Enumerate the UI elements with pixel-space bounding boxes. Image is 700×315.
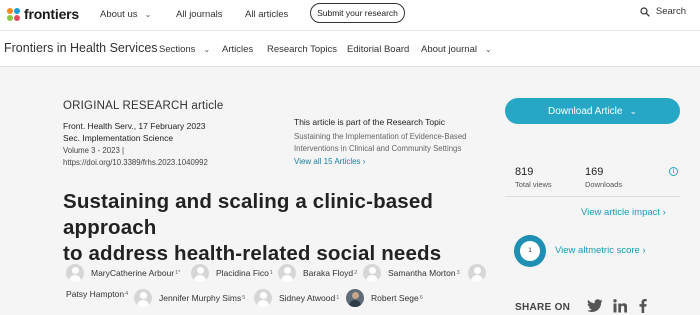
journal-nav-sections[interactable]: Sections ⌄ — [159, 44, 210, 55]
author-name: Samantha Morton — [388, 268, 456, 278]
chevron-down-icon: ⌄ — [629, 105, 638, 116]
article-doi[interactable]: https://doi.org/10.3389/frhs.2023.104099… — [63, 158, 208, 167]
view-all-articles-label: View all 15 Articles — [294, 157, 361, 166]
author-name: Robert Sege — [371, 293, 419, 303]
info-icon[interactable]: i — [669, 167, 678, 176]
author-name: Jennifer Murphy Sims — [159, 293, 242, 303]
nav-all-journals-label: All journals — [176, 8, 223, 20]
article-title: Sustaining and scaling a clinic-based ap… — [63, 189, 513, 267]
author-affiliation: 1 — [269, 270, 273, 276]
search-button[interactable]: Search — [640, 6, 686, 17]
article-section[interactable]: Sec. Implementation Science — [63, 133, 173, 143]
avatar — [363, 264, 381, 282]
downloads-label: Downloads — [585, 180, 623, 189]
author-item[interactable]: Baraka Floyd 2 — [278, 264, 357, 282]
divider — [505, 196, 680, 197]
frontiers-logo[interactable]: frontiers — [6, 6, 79, 22]
view-article-impact-link[interactable]: View article impact › — [581, 207, 666, 218]
author-affiliation: 2 — [354, 270, 358, 276]
share-on-label: SHARE ON — [515, 302, 571, 313]
altmetric-badge-icon[interactable]: 1 — [514, 235, 546, 267]
journal-nav-about-journal-label: About journal — [421, 44, 477, 55]
research-topic-heading: This article is part of the Research Top… — [294, 117, 446, 127]
author-affiliation: 4 — [125, 291, 129, 297]
author-name: Sidney Atwood — [279, 293, 336, 303]
author-item[interactable]: Sidney Atwood 1 — [254, 289, 339, 307]
article-type: ORIGINAL RESEARCH article — [63, 100, 224, 112]
author-name: Placidina Fico — [216, 268, 269, 278]
author-item[interactable]: MaryCatherine Arbour 1* — [66, 264, 180, 282]
journal-nav-editorial-board[interactable]: Editorial Board — [347, 44, 409, 55]
altmetric-score: 1 — [520, 241, 540, 261]
author-affiliation: 1 — [336, 295, 340, 301]
chevron-right-icon: › — [662, 207, 666, 218]
research-topic-name-line-2[interactable]: Interventions in Clinical and Community … — [294, 144, 461, 153]
author-item[interactable]: Robert Sege 6 — [346, 289, 423, 307]
author-name: Patsy Hampton — [66, 289, 125, 299]
downloads-value: 169 — [585, 166, 604, 178]
author-affiliation: 5 — [242, 295, 246, 301]
journal-nav-about-journal[interactable]: About journal ⌄ — [421, 44, 492, 55]
nav-about-us-label: About us — [100, 8, 138, 20]
journal-nav-research-topics-label: Research Topics — [267, 44, 338, 55]
author-name: MaryCatherine Arbour — [91, 268, 175, 278]
author-item[interactable] — [468, 264, 493, 282]
chevron-down-icon: ⌄ — [144, 9, 152, 19]
chevron-down-icon: ⌄ — [203, 45, 211, 54]
author-affiliation: 1* — [175, 270, 181, 276]
chevron-right-icon: › — [362, 157, 366, 166]
journal-nav-editorial-board-label: Editorial Board — [347, 44, 410, 55]
search-icon — [640, 6, 650, 17]
frontiers-logo-icon — [7, 8, 20, 21]
view-altmetric-score-link[interactable]: View altmetric score › — [555, 245, 646, 256]
author-item[interactable]: Samantha Morton 3 — [363, 264, 460, 282]
view-all-articles-link[interactable]: View all 15 Articles › — [294, 157, 365, 166]
download-article-label: Download Article — [547, 105, 623, 117]
author-item[interactable]: Jennifer Murphy Sims 5 — [134, 289, 245, 307]
journal-nav-articles-label: Articles — [222, 44, 254, 55]
article-citation: Front. Health Serv., 17 February 2023 — [63, 121, 206, 131]
total-views-value: 819 — [515, 166, 534, 178]
journal-nav-bar: Frontiers in Health Services Sections ⌄ … — [0, 31, 700, 67]
avatar — [134, 289, 152, 307]
nav-all-articles[interactable]: All articles — [245, 0, 288, 28]
journal-title[interactable]: Frontiers in Health Services — [4, 41, 158, 55]
avatar — [278, 264, 296, 282]
facebook-icon[interactable] — [639, 299, 647, 313]
author-name: Baraka Floyd — [303, 268, 354, 278]
research-topic-name-line-1[interactable]: Sustaining the Implementation of Evidenc… — [294, 132, 467, 141]
top-bar: frontiers About us ⌄ All journals All ar… — [0, 0, 700, 31]
nav-all-journals[interactable]: All journals — [176, 0, 222, 28]
article-title-line-1: Sustaining and scaling a clinic-based ap… — [63, 190, 434, 239]
nav-all-articles-label: All articles — [245, 8, 289, 20]
download-article-button[interactable]: Download Article ⌄ — [505, 98, 680, 124]
avatar — [66, 264, 84, 282]
avatar — [191, 264, 209, 282]
linkedin-icon[interactable] — [613, 299, 627, 313]
logo-text: frontiers — [24, 6, 79, 22]
avatar — [468, 264, 486, 282]
twitter-icon[interactable] — [587, 299, 603, 313]
avatar-photo — [346, 289, 364, 307]
search-label: Search — [655, 6, 686, 17]
nav-about-us[interactable]: About us ⌄ — [100, 0, 151, 28]
view-altmetric-score-label: View altmetric score — [555, 245, 640, 256]
article-volume: Volume 3 - 2023 | — [63, 146, 124, 155]
avatar — [254, 289, 272, 307]
author-affiliation: 3 — [456, 270, 460, 276]
view-article-impact-label: View article impact — [581, 207, 661, 218]
chevron-right-icon: › — [642, 245, 646, 256]
submit-research-button[interactable]: Submit your research — [310, 3, 405, 23]
journal-nav-research-topics[interactable]: Research Topics — [267, 44, 337, 55]
chevron-down-icon: ⌄ — [484, 45, 492, 54]
author-item[interactable]: Patsy Hampton 4 — [66, 289, 128, 299]
author-affiliation: 6 — [419, 295, 423, 301]
author-item[interactable]: Placidina Fico 1 — [191, 264, 273, 282]
journal-nav-sections-label: Sections — [159, 44, 196, 55]
journal-nav-articles[interactable]: Articles — [222, 44, 253, 55]
total-views-label: Total views — [515, 180, 552, 189]
